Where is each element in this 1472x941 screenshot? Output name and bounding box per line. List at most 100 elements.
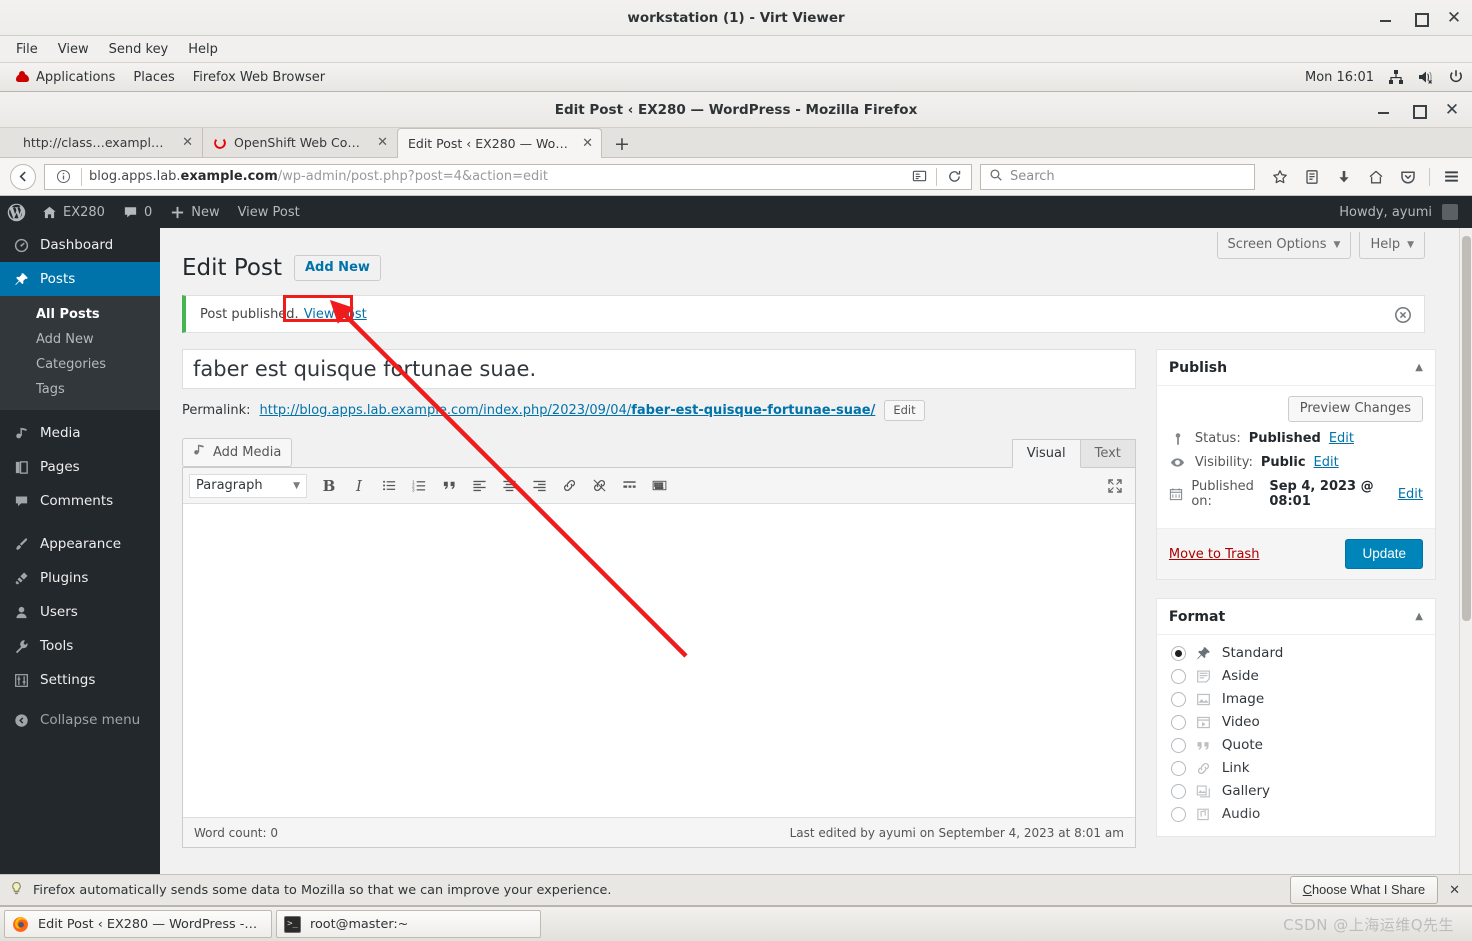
menu-view[interactable]: View — [50, 39, 97, 60]
radio-audio[interactable] — [1170, 806, 1186, 822]
bold-icon[interactable]: B — [315, 473, 343, 499]
firefox-maximize-icon[interactable] — [1410, 102, 1427, 119]
browser-tab-3-close-icon[interactable]: ✕ — [582, 136, 593, 151]
help-button[interactable]: Help ▼ — [1359, 232, 1425, 259]
radio-aside[interactable] — [1170, 668, 1186, 684]
panel-clock[interactable]: Mon 16:01 — [1305, 70, 1374, 85]
sidebar-item-dashboard[interactable]: Dashboard — [0, 228, 160, 262]
sidebar-item-settings[interactable]: Settings — [0, 663, 160, 697]
radio-standard[interactable] — [1170, 645, 1186, 661]
view-post-link[interactable]: View Post — [229, 196, 309, 228]
publish-metabox-header[interactable]: Publish ▲ — [1156, 350, 1435, 386]
sidebar-subitem-add-new[interactable]: Add New — [0, 327, 160, 352]
edit-visibility-link[interactable]: Edit — [1314, 455, 1339, 470]
post-content-editor[interactable] — [183, 504, 1135, 817]
minimize-icon[interactable] — [1378, 10, 1394, 26]
browser-tab-1-close-icon[interactable]: ✕ — [182, 135, 193, 150]
sidebar-item-appearance[interactable]: Appearance — [0, 527, 160, 561]
pocket-icon[interactable] — [1397, 166, 1419, 188]
menu-file[interactable]: File — [8, 39, 46, 60]
menu-help[interactable]: Help — [180, 39, 226, 60]
browser-tab-2-close-icon[interactable]: ✕ — [377, 135, 388, 150]
preview-changes-button[interactable]: Preview Changes — [1287, 396, 1423, 422]
new-content-menu[interactable]: New — [161, 196, 228, 228]
post-title-input[interactable]: faber est quisque fortunae suae. — [182, 349, 1136, 389]
bulleted-list-icon[interactable] — [375, 473, 403, 499]
tab-visual[interactable]: Visual — [1011, 439, 1081, 468]
radio-link[interactable] — [1170, 760, 1186, 776]
sidebar-item-pages[interactable]: Pages — [0, 450, 160, 484]
page-scrollbar-thumb[interactable] — [1462, 236, 1471, 621]
firefox-minimize-icon[interactable] — [1376, 102, 1392, 118]
search-input[interactable]: Search — [1010, 169, 1055, 184]
taskbar-item-firefox[interactable]: Edit Post ‹ EX280 — WordPress - ... — [4, 910, 272, 938]
site-name-menu[interactable]: EX280 — [33, 196, 114, 228]
insert-link-icon[interactable] — [555, 473, 583, 499]
format-option-aside[interactable]: Aside — [1169, 665, 1423, 688]
toolbar-toggle-icon[interactable] — [645, 473, 673, 499]
align-right-icon[interactable] — [525, 473, 553, 499]
format-option-link[interactable]: Link — [1169, 757, 1423, 780]
downloads-icon[interactable] — [1333, 166, 1355, 188]
search-bar[interactable]: Search — [980, 163, 1255, 190]
edit-published-link[interactable]: Edit — [1398, 487, 1423, 502]
permalink-link[interactable]: http://blog.apps.lab.example.com/index.p… — [260, 403, 876, 418]
format-option-standard[interactable]: Standard — [1169, 642, 1423, 665]
format-option-video[interactable]: Video — [1169, 711, 1423, 734]
admin-bar-account[interactable]: Howdy, ayumi — [1339, 204, 1472, 220]
back-button[interactable] — [10, 163, 36, 190]
tab-text[interactable]: Text — [1079, 439, 1136, 467]
dismiss-notice-button[interactable] — [1394, 306, 1412, 324]
choose-what-i-share-button[interactable]: Choose What I Share — [1289, 876, 1439, 904]
format-metabox-header[interactable]: Format ▲ — [1156, 599, 1435, 635]
sidebar-subitem-all-posts[interactable]: All Posts — [0, 302, 160, 327]
format-option-image[interactable]: Image — [1169, 688, 1423, 711]
align-left-icon[interactable] — [465, 473, 493, 499]
radio-gallery[interactable] — [1170, 783, 1186, 799]
bookmark-star-icon[interactable] — [1269, 166, 1291, 188]
radio-image[interactable] — [1170, 691, 1186, 707]
active-app-name[interactable]: Firefox Web Browser — [184, 68, 334, 87]
taskbar-item-terminal[interactable]: >_ root@master:~ — [276, 910, 541, 938]
remove-link-icon[interactable] — [585, 473, 613, 499]
format-option-gallery[interactable]: Gallery — [1169, 780, 1423, 803]
read-more-icon[interactable] — [615, 473, 643, 499]
browser-tab-3[interactable]: Edit Post ‹ EX280 — Wor… ✕ — [397, 128, 602, 158]
maximize-icon[interactable] — [1412, 10, 1429, 27]
reader-mode-icon[interactable] — [908, 166, 930, 188]
sidebar-item-users[interactable]: Users — [0, 595, 160, 629]
comments-menu[interactable]: 0 — [114, 196, 161, 228]
collapse-menu-button[interactable]: Collapse menu — [0, 703, 160, 737]
sidebar-subitem-tags[interactable]: Tags — [0, 377, 160, 402]
add-media-button[interactable]: Add Media — [182, 438, 293, 467]
update-button[interactable]: Update — [1345, 539, 1423, 569]
new-tab-button[interactable]: + — [602, 131, 642, 157]
wordpress-logo-icon[interactable] — [0, 196, 33, 228]
menu-send-key[interactable]: Send key — [101, 39, 177, 60]
reload-icon[interactable] — [943, 166, 965, 188]
edit-status-link[interactable]: Edit — [1329, 431, 1354, 446]
firefox-close-icon[interactable]: ✕ — [1444, 102, 1460, 119]
sidebar-item-tools[interactable]: Tools — [0, 629, 160, 663]
sidebar-item-media[interactable]: Media — [0, 416, 160, 450]
browser-tab-1[interactable]: http://class…example.com/ ✕ — [12, 128, 202, 157]
radio-video[interactable] — [1170, 714, 1186, 730]
add-new-button[interactable]: Add New — [293, 255, 381, 281]
power-icon[interactable] — [1448, 69, 1464, 85]
page-info-icon[interactable] — [52, 166, 74, 188]
hamburger-menu-icon[interactable] — [1440, 166, 1462, 188]
format-collapse-toggle-icon[interactable]: ▲ — [1415, 611, 1423, 622]
volume-muted-icon[interactable] — [1418, 69, 1434, 85]
sidebar-subitem-categories[interactable]: Categories — [0, 352, 160, 377]
fullscreen-icon[interactable] — [1101, 473, 1129, 499]
home-icon[interactable] — [1365, 166, 1387, 188]
close-icon[interactable]: ✕ — [1446, 10, 1462, 27]
notification-close-icon[interactable]: ✕ — [1449, 883, 1463, 898]
applications-menu[interactable]: Applications — [6, 68, 124, 87]
screen-options-button[interactable]: Screen Options ▼ — [1216, 232, 1352, 259]
numbered-list-icon[interactable]: 123 — [405, 473, 433, 499]
sidebar-item-comments[interactable]: Comments — [0, 484, 160, 518]
format-option-quote[interactable]: Quote — [1169, 734, 1423, 757]
format-option-audio[interactable]: Audio — [1169, 803, 1423, 826]
places-menu[interactable]: Places — [124, 68, 183, 87]
